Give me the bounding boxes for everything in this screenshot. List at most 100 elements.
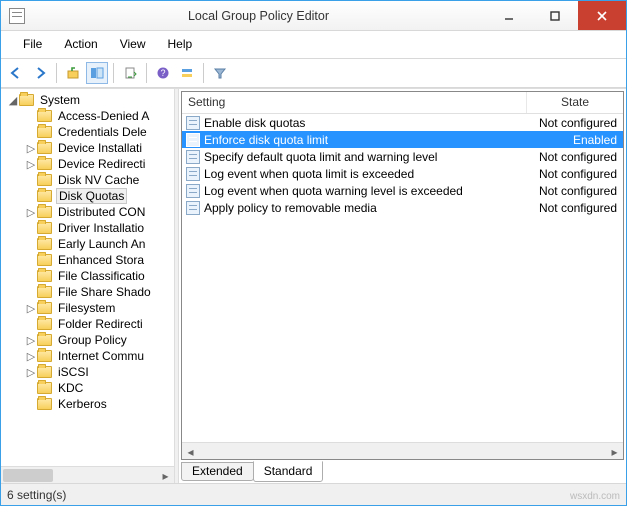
tree-item[interactable]: Disk Quotas	[1, 188, 174, 204]
tree-label: Group Policy	[56, 333, 129, 347]
scroll-right-icon[interactable]: ▸	[606, 443, 623, 460]
tab-strip: Extended Standard	[179, 461, 626, 483]
tree-label: Kerberos	[56, 397, 109, 411]
policy-icon	[186, 150, 200, 164]
expand-icon[interactable]: ▷	[25, 142, 37, 155]
list-body[interactable]: Enable disk quotasNot configuredEnforce …	[182, 114, 623, 442]
setting-state: Enabled	[527, 133, 623, 147]
content-area: ◢ System Access-Denied A Credentials Dele…	[1, 88, 626, 483]
tree-label: System	[38, 93, 82, 107]
export-button[interactable]	[119, 62, 141, 84]
folder-icon	[37, 302, 52, 314]
tree-label: Disk Quotas	[56, 188, 127, 204]
back-button[interactable]	[5, 62, 27, 84]
setting-name: Log event when quota limit is exceeded	[204, 167, 527, 181]
folder-icon	[37, 206, 52, 218]
list-row[interactable]: Enable disk quotasNot configured	[182, 114, 623, 131]
tree-spacer	[25, 110, 37, 122]
folder-icon	[37, 254, 52, 266]
list-row[interactable]: Log event when quota limit is exceededNo…	[182, 165, 623, 182]
tree-item-system[interactable]: ◢ System	[1, 92, 174, 108]
tree-item[interactable]: Access-Denied A	[1, 108, 174, 124]
tree-item[interactable]: Folder Redirecti	[1, 316, 174, 332]
list-horizontal-scrollbar[interactable]: ◂ ▸	[182, 442, 623, 459]
tree-item[interactable]: KDC	[1, 380, 174, 396]
tree-item[interactable]: Kerberos	[1, 396, 174, 412]
menu-file[interactable]: File	[15, 35, 50, 53]
scroll-right-icon[interactable]: ▸	[157, 467, 174, 483]
list-row[interactable]: Specify default quota limit and warning …	[182, 148, 623, 165]
tab-standard[interactable]: Standard	[253, 461, 324, 482]
folder-icon	[37, 270, 52, 282]
folder-icon	[37, 222, 52, 234]
menu-action[interactable]: Action	[56, 35, 105, 53]
list-header: Setting State	[182, 92, 623, 114]
tree[interactable]: ◢ System Access-Denied A Credentials Dele…	[1, 89, 174, 466]
menu-help[interactable]: Help	[160, 35, 201, 53]
tree-label: Driver Installatio	[56, 221, 146, 235]
expand-icon[interactable]: ▷	[25, 158, 37, 171]
expand-icon[interactable]: ▷	[25, 350, 37, 363]
scroll-left-icon[interactable]: ◂	[182, 443, 199, 460]
folder-icon	[37, 318, 52, 330]
tree-item[interactable]: File Share Shado	[1, 284, 174, 300]
tree-item[interactable]: ▷Device Installati	[1, 140, 174, 156]
minimize-button[interactable]	[486, 1, 532, 30]
column-state[interactable]: State	[527, 92, 623, 113]
folder-icon	[37, 286, 52, 298]
tree-horizontal-scrollbar[interactable]: ▸	[1, 466, 174, 483]
window-title: Local Group Policy Editor	[31, 9, 486, 23]
tree-spacer	[25, 398, 37, 410]
help-button[interactable]: ?	[152, 62, 174, 84]
list-row[interactable]: Apply policy to removable mediaNot confi…	[182, 199, 623, 216]
tree-item[interactable]: Early Launch An	[1, 236, 174, 252]
tree-label: Credentials Dele	[56, 125, 149, 139]
tree-label: Internet Commu	[56, 349, 146, 363]
tree-item[interactable]: ▷ Group Policy	[1, 332, 174, 348]
list-row[interactable]: Enforce disk quota limitEnabled	[182, 131, 623, 148]
tree-item[interactable]: Driver Installatio	[1, 220, 174, 236]
tree-label: Device Redirecti	[56, 157, 147, 171]
tree-spacer	[25, 286, 37, 298]
tab-extended[interactable]: Extended	[181, 462, 254, 481]
filter-button[interactable]	[209, 62, 231, 84]
column-setting[interactable]: Setting	[182, 92, 527, 113]
tree-item[interactable]: ▷Distributed CON	[1, 204, 174, 220]
toolbar-separator	[56, 63, 57, 83]
tree-item[interactable]: ▷iSCSI	[1, 364, 174, 380]
collapse-icon[interactable]: ◢	[7, 94, 19, 107]
tree-spacer	[25, 190, 37, 202]
tree-label: Folder Redirecti	[56, 317, 145, 331]
tree-item[interactable]: Credentials Dele	[1, 124, 174, 140]
tree-item[interactable]: ▷Filesystem	[1, 300, 174, 316]
toolbar-separator	[113, 63, 114, 83]
tree-item[interactable]: Enhanced Stora	[1, 252, 174, 268]
scrollbar-thumb[interactable]	[3, 469, 53, 482]
folder-icon	[37, 398, 52, 410]
tree-item[interactable]: ▷ Internet Commu	[1, 348, 174, 364]
tree-item[interactable]: Disk NV Cache	[1, 172, 174, 188]
folder-icon	[37, 334, 52, 346]
properties-button[interactable]	[176, 62, 198, 84]
tree-item[interactable]: File Classificatio	[1, 268, 174, 284]
list-row[interactable]: Log event when quota warning level is ex…	[182, 182, 623, 199]
setting-state: Not configured	[527, 150, 623, 164]
tree-item[interactable]: ▷ Device Redirecti	[1, 156, 174, 172]
toolbar: ?	[1, 58, 626, 88]
up-button[interactable]	[62, 62, 84, 84]
setting-state: Not configured	[527, 167, 623, 181]
close-button[interactable]	[578, 1, 626, 30]
folder-icon	[37, 366, 52, 378]
show-tree-button[interactable]	[86, 62, 108, 84]
menu-view[interactable]: View	[112, 35, 154, 53]
tree-label: File Classificatio	[56, 269, 147, 283]
expand-icon[interactable]: ▷	[25, 334, 37, 347]
tree-label: File Share Shado	[56, 285, 153, 299]
maximize-button[interactable]	[532, 1, 578, 30]
policy-icon	[186, 133, 200, 147]
policy-icon	[186, 167, 200, 181]
expand-icon[interactable]: ▷	[25, 206, 37, 219]
forward-button[interactable]	[29, 62, 51, 84]
expand-icon[interactable]: ▷	[25, 366, 37, 379]
expand-icon[interactable]: ▷	[25, 302, 37, 315]
